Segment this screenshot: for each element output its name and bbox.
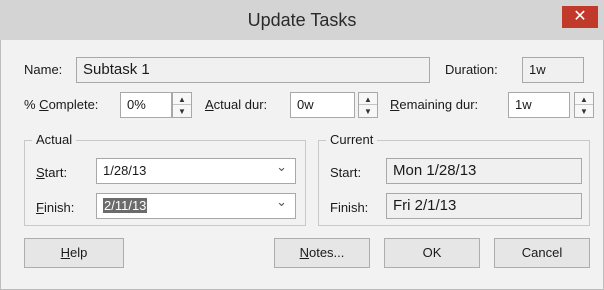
close-icon: ✕ bbox=[573, 8, 587, 25]
spin-down-icon[interactable]: ▼ bbox=[359, 105, 377, 117]
actual-dur-label: Actual dur: bbox=[205, 97, 268, 112]
actual-start-label: Start: bbox=[36, 165, 68, 180]
name-field: Subtask 1 bbox=[76, 57, 430, 83]
actual-finish-dropdown[interactable]: 2/11/13 ⌄ bbox=[96, 193, 296, 219]
percent-complete-spinner[interactable]: ▲ ▼ bbox=[172, 92, 192, 118]
help-button[interactable]: Help bbox=[24, 238, 124, 268]
actual-finish-value: 2/11/13 bbox=[103, 198, 148, 213]
remaining-dur-spinner[interactable]: ▲ ▼ bbox=[574, 92, 594, 118]
remaining-dur-label: Remaining dur: bbox=[390, 97, 479, 112]
current-finish-field: Fri 2/1/13 bbox=[386, 193, 582, 219]
spin-up-icon[interactable]: ▲ bbox=[359, 93, 377, 105]
ok-button[interactable]: OK bbox=[384, 238, 480, 268]
name-label: Name: bbox=[24, 62, 63, 77]
spin-up-icon[interactable]: ▲ bbox=[173, 93, 191, 105]
percent-complete-label: % Complete: bbox=[24, 97, 99, 112]
dialog-title: Update Tasks bbox=[247, 10, 357, 30]
chevron-down-icon[interactable]: ⌄ bbox=[276, 159, 287, 179]
actual-dur-spinner[interactable]: ▲ ▼ bbox=[358, 92, 378, 118]
actual-finish-label: Finish: bbox=[36, 200, 75, 215]
chevron-down-icon[interactable]: ⌄ bbox=[276, 194, 287, 214]
current-finish-label: Finish: bbox=[330, 200, 369, 215]
spin-up-icon[interactable]: ▲ bbox=[575, 93, 593, 105]
spin-down-icon[interactable]: ▼ bbox=[575, 105, 593, 117]
actual-dur-input[interactable]: 0w bbox=[290, 92, 355, 118]
actual-start-value: 1/28/13 bbox=[103, 163, 147, 178]
percent-complete-input[interactable]: 0% bbox=[120, 92, 172, 118]
actual-start-dropdown[interactable]: 1/28/13 ⌄ bbox=[96, 158, 296, 184]
actual-group-legend: Actual bbox=[32, 131, 77, 149]
duration-label: Duration: bbox=[445, 62, 498, 77]
duration-field: 1w bbox=[522, 57, 584, 83]
spin-down-icon[interactable]: ▼ bbox=[173, 105, 191, 117]
current-start-label: Start: bbox=[330, 165, 362, 180]
remaining-dur-input[interactable]: 1w bbox=[508, 92, 570, 118]
notes-button[interactable]: Notes... bbox=[274, 238, 370, 268]
close-button[interactable]: ✕ bbox=[562, 6, 598, 28]
current-start-field: Mon 1/28/13 bbox=[386, 158, 582, 184]
cancel-button[interactable]: Cancel bbox=[494, 238, 590, 268]
current-group-legend: Current bbox=[326, 131, 378, 149]
